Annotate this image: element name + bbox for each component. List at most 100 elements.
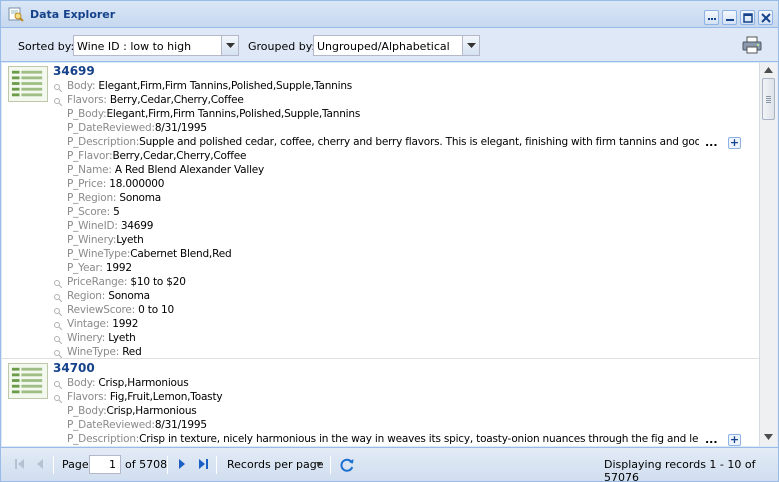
pin-icon[interactable] <box>53 97 62 106</box>
record-prop: ReviewScore: 0 to 10 <box>67 304 174 318</box>
record-prop: P_Region: Sonoma <box>67 192 161 206</box>
expand-button[interactable]: + <box>728 434 741 446</box>
record-prop: P_Body:Elegant,Firm,Firm Tannins,Polishe… <box>67 108 360 122</box>
chevron-down-icon <box>226 43 235 48</box>
prop-value: 34699 <box>120 220 154 232</box>
prop-value: Crisp,Harmonious <box>106 405 197 417</box>
prop-value: Berry,Cedar,Cherry,Coffee <box>109 94 244 106</box>
prop-key: WineType: <box>67 346 120 358</box>
pin-icon[interactable] <box>53 335 62 344</box>
prop-value: Cabernet Blend,Red <box>130 248 232 260</box>
record-prop: P_Description:Supple and polished cedar,… <box>67 136 699 150</box>
scroll-down-icon[interactable] <box>764 434 773 440</box>
chevron-down-icon <box>467 43 476 48</box>
record-prop: P_Name: A Red Blend Alexander Valley <box>67 164 264 178</box>
sort-dropdown-trigger[interactable] <box>221 36 238 55</box>
record-prop: Flavors: Fig,Fruit,Lemon,Toasty <box>67 391 223 405</box>
prop-key: P_Name: <box>67 164 112 176</box>
sorted-by-label: Sorted by: <box>18 40 75 53</box>
prop-key: P_DateReviewed: <box>67 122 155 134</box>
pin-icon[interactable] <box>53 293 62 302</box>
prop-value: Elegant,Firm,Firm Tannins,Polished,Suppl… <box>98 80 353 92</box>
sort-select[interactable]: Wine ID : low to high <box>73 35 239 56</box>
prop-value: $10 to $20 <box>130 276 186 288</box>
pin-icon[interactable] <box>53 83 62 92</box>
record-id[interactable]: 34700 <box>53 361 95 375</box>
records-per-page-button[interactable]: Records per page <box>227 458 323 471</box>
last-page-icon[interactable] <box>197 458 209 470</box>
ellipsis: ... <box>705 136 718 149</box>
sort-select-value: Wine ID : low to high <box>77 40 192 53</box>
paging-toolbar: Page 1 of 5708 Records per page Displayi… <box>1 447 778 481</box>
next-page-icon[interactable] <box>176 458 188 470</box>
first-page-icon[interactable] <box>14 458 26 470</box>
prop-key: Vintage: <box>67 318 110 330</box>
prop-value: Berry,Cedar,Cherry,Coffee <box>112 150 247 162</box>
pin-icon[interactable] <box>53 279 62 288</box>
page-label: Page <box>62 458 89 471</box>
prop-key: Body: <box>67 377 96 389</box>
prop-value: 8/31/1995 <box>154 122 207 134</box>
record-prop: P_WineType:Cabernet Blend,Red <box>67 248 232 262</box>
minimize-button[interactable] <box>722 10 737 25</box>
refresh-icon[interactable] <box>339 457 355 473</box>
record-prop: WineType: Red <box>67 346 142 360</box>
maximize-button[interactable] <box>740 10 755 25</box>
close-button[interactable] <box>758 10 773 25</box>
record-prop: P_Body:Crisp,Harmonious <box>67 405 197 419</box>
pin-icon[interactable] <box>53 307 62 316</box>
pin-icon[interactable] <box>53 349 62 358</box>
prop-key: P_Body: <box>67 405 107 417</box>
pin-icon[interactable] <box>53 380 62 389</box>
record-prop: P_Price: 18.000000 <box>67 178 164 192</box>
group-select[interactable]: Ungrouped/Alphabetical <box>313 35 480 56</box>
prop-key: P_Body: <box>67 108 107 120</box>
record-thumbnail-icon <box>8 66 48 102</box>
prop-value: Lyeth <box>116 234 144 246</box>
prop-key: Flavors: <box>67 391 107 403</box>
record-prop: P_DateReviewed:8/31/1995 <box>67 419 207 433</box>
records-list: 34699 Body: Elegant,Firm,Firm Tannins,Po… <box>2 63 759 446</box>
page-total: of 5708 <box>125 458 168 471</box>
data-explorer-window: Data Explorer Sorted by: Wine ID : low t… <box>0 0 779 482</box>
record-item[interactable]: 34699 Body: Elegant,Firm,Firm Tannins,Po… <box>2 63 759 359</box>
record-prop: P_DateReviewed:8/31/1995 <box>67 122 207 136</box>
page-number-input[interactable]: 1 <box>89 455 121 474</box>
prop-key: P_Score: <box>67 206 110 218</box>
pin-icon[interactable] <box>53 321 62 330</box>
record-prop: Body: Crisp,Harmonious <box>67 377 189 391</box>
record-id[interactable]: 34699 <box>53 64 95 78</box>
record-prop: Winery: Lyeth <box>67 332 136 346</box>
prop-key: P_WineID: <box>67 220 118 232</box>
print-icon[interactable] <box>742 36 762 54</box>
record-prop: Body: Elegant,Firm,Firm Tannins,Polished… <box>67 80 352 94</box>
vertical-scrollbar[interactable] <box>759 63 777 446</box>
scroll-thumb[interactable] <box>762 78 775 120</box>
record-prop: P_Score: 5 <box>67 206 120 220</box>
prop-value: Elegant,Firm,Firm Tannins,Polished,Suppl… <box>106 108 361 120</box>
prop-key: P_Description: <box>67 433 140 445</box>
prop-value: A Red Blend Alexander Valley <box>114 164 265 176</box>
prop-value: 1992 <box>105 262 132 274</box>
group-dropdown-trigger[interactable] <box>462 36 479 55</box>
menu-button[interactable] <box>704 10 719 25</box>
group-select-value: Ungrouped/Alphabetical <box>317 40 450 53</box>
grouped-by-label: Grouped by: <box>248 40 316 53</box>
prop-key: P_DateReviewed: <box>67 419 155 431</box>
expand-button[interactable]: + <box>728 137 741 149</box>
prev-page-icon[interactable] <box>35 458 47 470</box>
prop-value: Sonoma <box>108 290 150 302</box>
record-prop: P_Year: 1992 <box>67 262 132 276</box>
prop-value: Red <box>122 346 142 358</box>
prop-value: Sonoma <box>119 192 162 204</box>
scroll-up-icon[interactable] <box>764 67 773 73</box>
prop-value: Fig,Fruit,Lemon,Toasty <box>109 391 223 403</box>
record-item[interactable]: 34700 Body: Crisp,Harmonious Flavors: Fi… <box>2 360 759 446</box>
prop-key: P_WineType: <box>67 248 131 260</box>
record-prop: Flavors: Berry,Cedar,Cherry,Coffee <box>67 94 244 108</box>
record-prop: Region: Sonoma <box>67 290 150 304</box>
data-explorer-icon <box>8 7 24 22</box>
prop-value: 8/31/1995 <box>154 419 207 431</box>
pin-icon[interactable] <box>53 394 62 403</box>
maximize-icon <box>743 13 753 23</box>
